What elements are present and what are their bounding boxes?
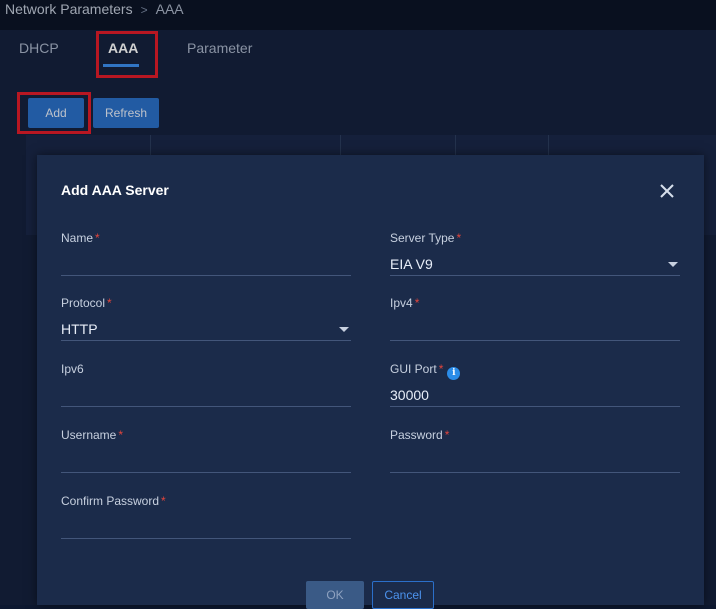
gui-port-field: GUI Port * i 30000 <box>390 362 680 407</box>
password-label: Password <box>390 428 443 442</box>
name-field: Name * <box>61 231 351 276</box>
confirm-password-label: Confirm Password <box>61 494 160 508</box>
confirm-password-field: Confirm Password * <box>61 494 351 539</box>
ipv4-field: Ipv4 * <box>390 296 680 341</box>
ipv6-label: Ipv6 <box>61 362 84 376</box>
confirm-password-input[interactable] <box>61 515 351 539</box>
username-label: Username <box>61 428 117 442</box>
chevron-down-icon <box>339 327 349 332</box>
server-type-select[interactable]: EIA V9 <box>390 252 680 276</box>
add-aaa-server-dialog: Add AAA Server Name * Server Type * EIA V9… <box>37 155 704 609</box>
info-icon[interactable]: i <box>447 367 461 380</box>
required-mark: * <box>107 296 112 310</box>
ipv6-input[interactable] <box>61 383 351 407</box>
protocol-value: HTTP <box>61 320 98 337</box>
required-mark: * <box>456 231 462 245</box>
required-mark: * <box>118 428 124 442</box>
name-label: Name <box>61 231 94 245</box>
username-field: Username * <box>61 428 351 473</box>
password-field: Password * <box>390 428 680 473</box>
protocol-label: Protocol <box>61 296 106 310</box>
required-mark: * <box>161 494 166 508</box>
ipv4-input[interactable] <box>390 317 680 341</box>
ipv6-field: Ipv6 <box>61 362 351 407</box>
required-mark: * <box>414 296 420 310</box>
close-icon[interactable] <box>657 181 677 201</box>
server-type-field: Server Type * EIA V9 <box>390 231 680 276</box>
password-input[interactable] <box>390 449 680 473</box>
gui-port-label: GUI Port <box>390 362 437 376</box>
protocol-select[interactable]: HTTP <box>61 317 351 341</box>
name-input[interactable] <box>61 252 351 276</box>
required-mark: * <box>95 231 100 245</box>
chevron-down-icon <box>668 262 678 267</box>
required-mark: * <box>444 428 450 442</box>
username-input[interactable] <box>61 449 351 473</box>
ipv4-label: Ipv4 <box>390 296 413 310</box>
gui-port-input[interactable]: 30000 <box>390 383 680 407</box>
required-mark: * <box>438 362 444 376</box>
protocol-field: Protocol * HTTP <box>61 296 351 341</box>
dialog-title: Add AAA Server <box>61 182 169 198</box>
server-type-label: Server Type <box>390 231 455 245</box>
server-type-value: EIA V9 <box>390 255 433 272</box>
